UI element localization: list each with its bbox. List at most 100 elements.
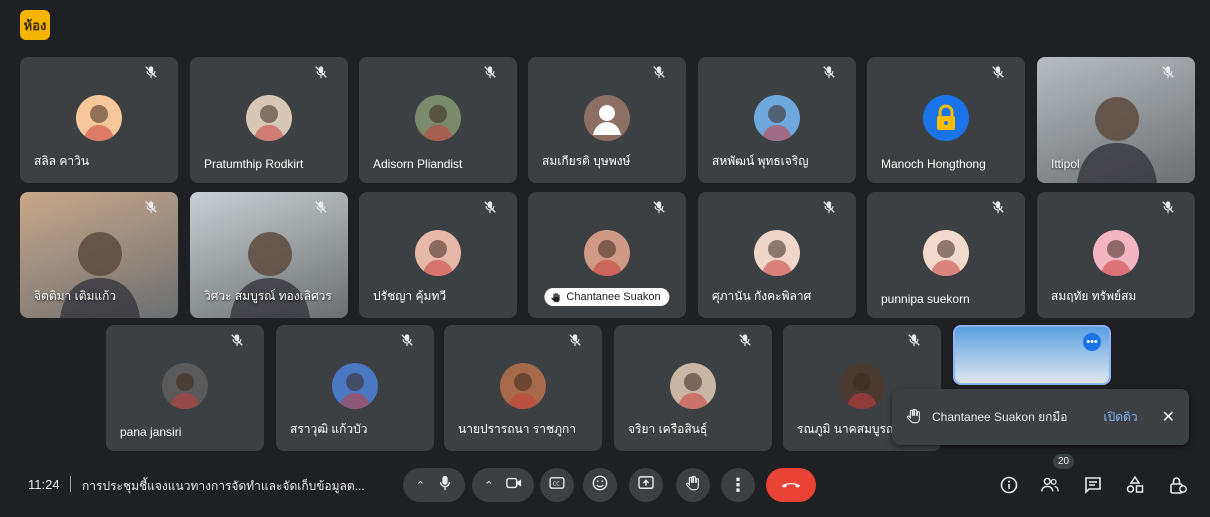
participant-tile[interactable]: จิตติมา เติมแก้ว (20, 192, 178, 318)
participant-tile[interactable]: สมฤทัย ทรัพย์สม (1037, 192, 1195, 318)
mic-off-icon (652, 200, 668, 216)
logo-text: ห้อง (23, 17, 47, 33)
avatar (415, 95, 461, 141)
participant-name: นายปรารถนา ราชภูกา (458, 422, 577, 436)
chevron-up-icon[interactable]: ⌃ (416, 479, 425, 492)
participant-name-pill: Chantanee Suakon (544, 288, 670, 306)
participant-name: สมเกียรติ บุษพงษ์ (542, 154, 631, 168)
activities-icon[interactable] (1122, 472, 1148, 498)
participant-name: สหพัฒน์ พุทธเจริญ (712, 154, 809, 168)
mic-off-icon (822, 200, 838, 216)
participant-name: Chantanee Suakon (566, 291, 661, 303)
avatar (1093, 230, 1139, 276)
mic-off-icon (822, 65, 838, 81)
svg-text:CC: CC (553, 482, 561, 488)
participant-tile[interactable]: สหพัฒน์ พุทธเจริญ (698, 57, 856, 183)
participant-name: วิศวะ สมบูรณ์ ทองเลิศวร (204, 289, 332, 303)
mic-off-icon (144, 65, 160, 81)
present-button[interactable] (629, 468, 663, 502)
more-icon: ⋮ (729, 475, 747, 495)
notification-view-link[interactable]: เปิดดิว (1104, 408, 1138, 427)
avatar (923, 230, 969, 276)
mic-off-icon (991, 65, 1007, 81)
mic-off-icon (652, 65, 668, 81)
raise-hand-icon (685, 475, 701, 496)
mic-off-icon (907, 333, 923, 349)
camera-control[interactable]: ⌃ (472, 468, 534, 502)
participant-tile[interactable]: สลิล คาวิน (20, 57, 178, 183)
participant-name: pana jansiri (120, 425, 182, 439)
participant-tile[interactable]: Chantanee Suakon (528, 192, 686, 318)
raise-hand-notification: Chantanee Suakon ยกมือ เปิดดิว ✕ (892, 389, 1189, 445)
avatar (584, 95, 630, 141)
avatar (332, 363, 378, 409)
mic-off-icon (1161, 65, 1177, 81)
mic-icon[interactable] (438, 475, 452, 496)
participant-tile[interactable]: นายปรารถนา ราชภูกา (444, 325, 602, 451)
participant-tile[interactable]: ••• (953, 325, 1111, 385)
participant-tile[interactable]: สราวุฒิ แก้วบัว (276, 325, 434, 451)
participant-tile[interactable]: pana jansiri (106, 325, 264, 451)
participant-count-badge: 20 (1053, 454, 1075, 469)
participant-tile[interactable]: วิศวะ สมบูรณ์ ทองเลิศวร (190, 192, 348, 318)
mic-off-icon (314, 200, 330, 216)
end-call-icon (780, 476, 802, 494)
raise-hand-icon (906, 408, 922, 427)
captions-button[interactable]: CC (540, 468, 574, 502)
captions-icon: CC (549, 476, 565, 494)
raise-hand-icon (550, 292, 561, 303)
mic-off-icon (483, 65, 499, 81)
more-options-button[interactable]: ⋮ (721, 468, 755, 502)
bottom-toolbar: 11:24 การประชุมชี้แจงแนวทางการจัดทำและจั… (0, 454, 1210, 510)
participant-tile[interactable]: ศุภานัน กังคะพิลาศ (698, 192, 856, 318)
raise-hand-button[interactable] (676, 468, 710, 502)
participant-name: Pratumthip Rodkirt (204, 157, 304, 171)
emoji-icon (592, 475, 608, 496)
people-icon[interactable] (1037, 472, 1063, 498)
emoji-button[interactable] (583, 468, 617, 502)
participant-tile[interactable]: Adisorn Pliandist (359, 57, 517, 183)
avatar (754, 230, 800, 276)
avatar (76, 95, 122, 141)
participant-name: จิตติมา เติมแก้ว (34, 289, 117, 303)
mic-off-icon (568, 333, 584, 349)
mic-off-icon (144, 200, 160, 216)
participant-name: Manoch Hongthong (881, 157, 986, 171)
avatar (246, 95, 292, 141)
participant-name: punnipa suekorn (881, 292, 970, 306)
avatar (584, 230, 630, 276)
participant-tile[interactable]: ปรัชญา คุ้มทวี (359, 192, 517, 318)
mic-off-icon (230, 333, 246, 349)
participant-name: สมฤทัย ทรัพย์สม (1051, 289, 1137, 303)
participant-name: จริยา เครือสินธุ์ (628, 422, 708, 436)
participant-name: Ittipol (1051, 157, 1080, 171)
host-controls-icon[interactable] (1165, 472, 1191, 498)
close-icon[interactable]: ✕ (1162, 407, 1175, 427)
notification-text: Chantanee Suakon ยกมือ (932, 409, 1068, 424)
avatar (500, 363, 546, 409)
info-icon[interactable] (996, 472, 1022, 498)
participant-tile[interactable]: Ittipol (1037, 57, 1195, 183)
participant-tile[interactable]: จริยา เครือสินธุ์ (614, 325, 772, 451)
participant-tile[interactable]: สมเกียรติ บุษพงษ์ (528, 57, 686, 183)
chat-icon[interactable] (1080, 472, 1106, 498)
mic-off-icon (314, 65, 330, 81)
avatar (754, 95, 800, 141)
meet-logo: ห้อง (20, 10, 50, 40)
camera-icon[interactable] (505, 476, 522, 494)
avatar (415, 230, 461, 276)
participant-tile[interactable]: Manoch Hongthong (867, 57, 1025, 183)
avatar (923, 95, 969, 141)
mic-off-icon (738, 333, 754, 349)
participant-tile[interactable]: Pratumthip Rodkirt (190, 57, 348, 183)
end-call-button[interactable] (766, 468, 816, 502)
participant-tile[interactable]: punnipa suekorn (867, 192, 1025, 318)
mic-off-icon (483, 200, 499, 216)
mic-off-icon (400, 333, 416, 349)
chevron-up-icon[interactable]: ⌃ (484, 479, 493, 492)
more-icon[interactable]: ••• (1083, 333, 1101, 351)
divider (70, 476, 71, 492)
mic-control[interactable]: ⌃ (403, 468, 465, 502)
avatar (670, 363, 716, 409)
avatar (839, 363, 885, 409)
